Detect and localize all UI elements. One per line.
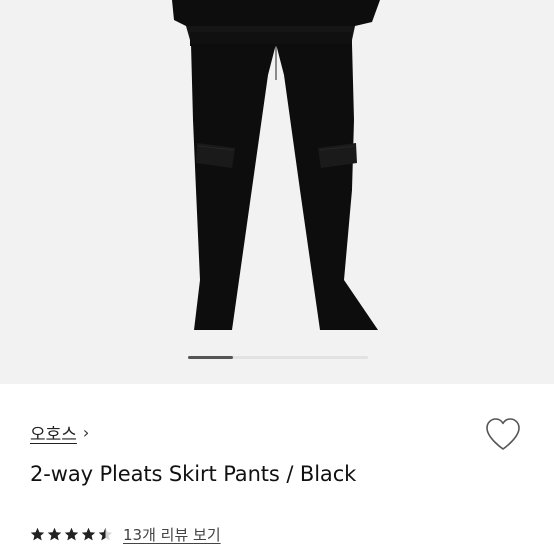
brand-name[interactable]: 오호스 <box>30 420 77 445</box>
product-image-area[interactable] <box>0 0 554 384</box>
star-full-icon <box>47 527 62 540</box>
brand-link[interactable]: 오호스 › <box>30 420 90 445</box>
star-full-icon <box>64 527 79 540</box>
heart-outline-icon[interactable] <box>484 416 522 452</box>
star-full-icon <box>81 527 96 540</box>
chevron-right-icon: › <box>82 422 90 442</box>
gallery-pager <box>0 356 554 362</box>
star-rating <box>30 527 113 542</box>
review-link[interactable]: 13개 리뷰 보기 <box>123 524 221 545</box>
star-full-icon <box>30 527 45 540</box>
pager-thumb <box>188 356 233 359</box>
product-title: 2-way Pleats Skirt Pants / Black <box>30 462 357 486</box>
rating-row: 13개 리뷰 보기 <box>30 523 221 545</box>
product-image-black-pants <box>0 0 554 384</box>
product-info: 오호스 › 2-way Pleats Skirt Pants / Black 1… <box>0 384 554 554</box>
star-half-icon <box>98 527 113 540</box>
